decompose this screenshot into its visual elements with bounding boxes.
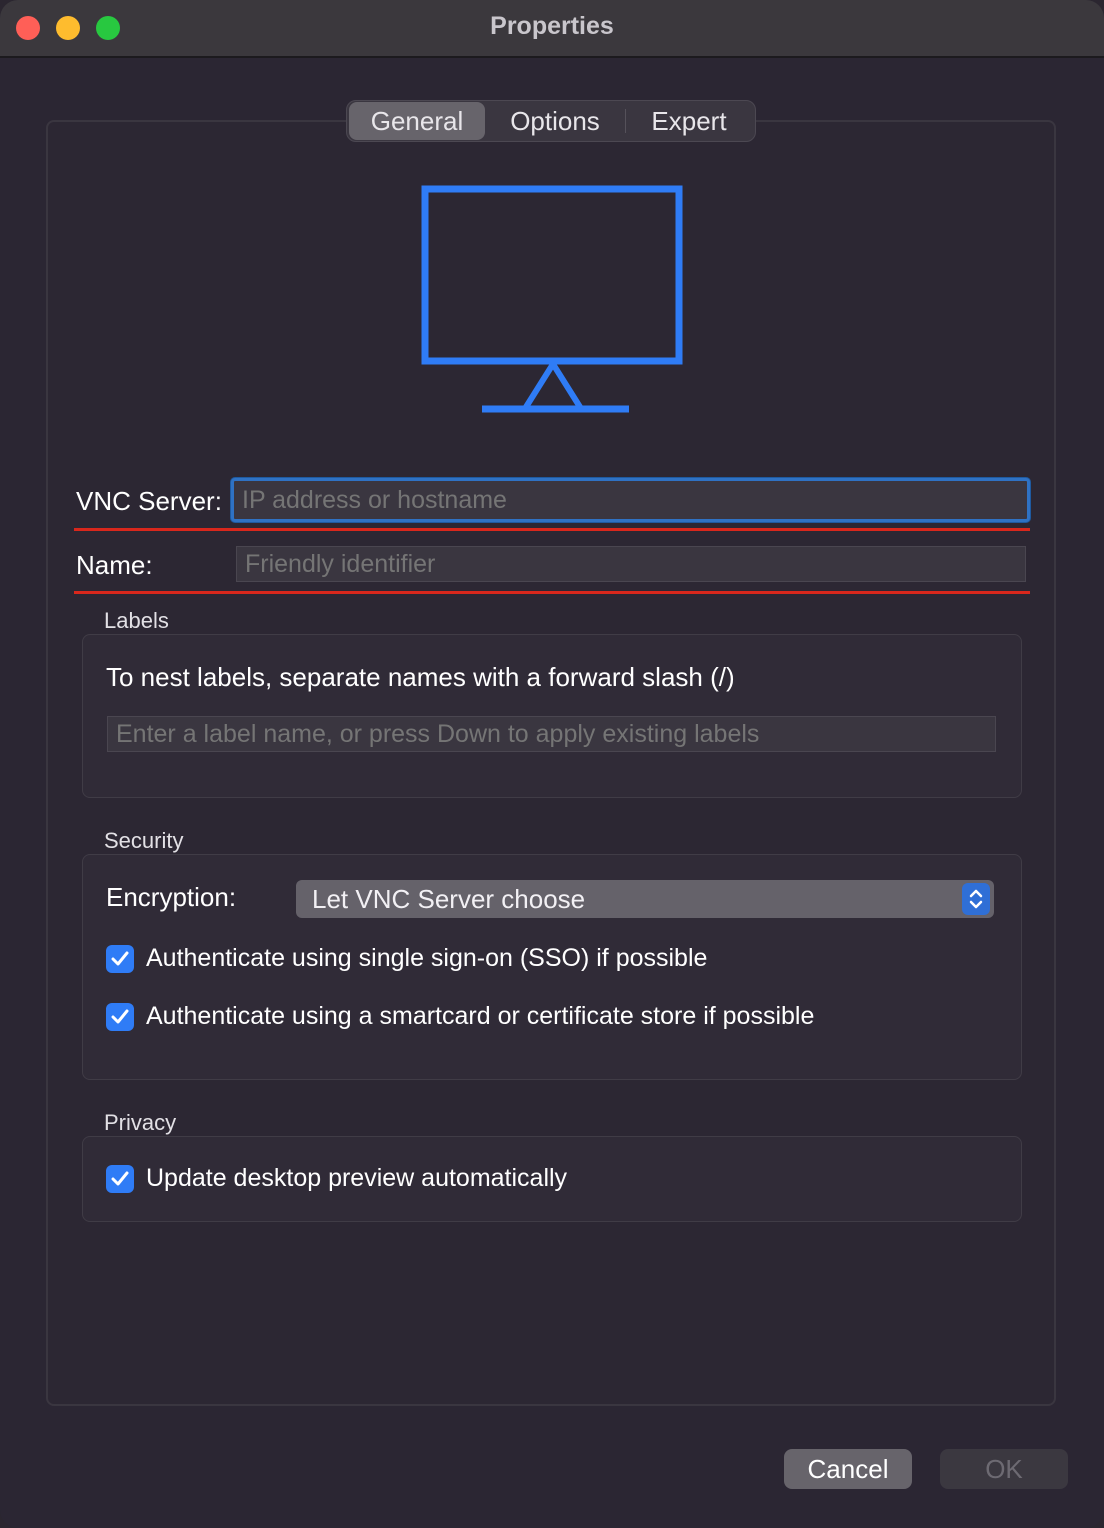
desktop-preview-checkbox[interactable]	[106, 1164, 134, 1193]
labels-section-title: Labels	[104, 608, 169, 633]
tab-options[interactable]: Options	[485, 102, 625, 140]
tab-bar: General Options Expert	[346, 100, 756, 142]
tab-expert[interactable]: Expert	[626, 102, 752, 140]
sso-option: Authenticate using single sign-on (SSO) …	[106, 944, 707, 973]
encryption-select-value: Let VNC Server choose	[312, 884, 586, 914]
security-section-title: Security	[104, 828, 184, 853]
checkmark-icon	[111, 951, 129, 965]
checkmark-icon	[111, 1009, 129, 1023]
smartcard-option: Authenticate using a smartcard or certif…	[106, 1002, 814, 1031]
label-input[interactable]	[107, 716, 996, 752]
vnc-server-label: VNC Server:	[76, 486, 222, 516]
vnc-server-input[interactable]	[231, 478, 1030, 522]
name-label: Name:	[76, 550, 153, 580]
name-error-underline	[74, 591, 1030, 594]
sso-checkbox[interactable]	[106, 944, 134, 973]
name-input[interactable]	[236, 546, 1026, 582]
labels-hint: To nest labels, separate names with a fo…	[106, 662, 735, 692]
window-title: Properties	[490, 12, 614, 40]
encryption-label: Encryption:	[106, 882, 237, 912]
ok-button[interactable]: OK	[940, 1449, 1068, 1489]
desktop-preview-option: Update desktop preview automatically	[106, 1164, 567, 1193]
privacy-section-title: Privacy	[104, 1110, 177, 1135]
checkmark-icon	[111, 1171, 129, 1185]
tab-general[interactable]: General	[349, 102, 485, 140]
sso-label[interactable]: Authenticate using single sign-on (SSO) …	[146, 944, 707, 973]
vnc-server-error-underline	[74, 528, 1030, 531]
chevron-up-down-icon	[962, 883, 990, 915]
smartcard-checkbox[interactable]	[106, 1002, 134, 1031]
encryption-select[interactable]: Let VNC Server choose	[296, 880, 994, 918]
desktop-preview-label[interactable]: Update desktop preview automatically	[146, 1164, 567, 1193]
cancel-button[interactable]: Cancel	[784, 1449, 912, 1489]
monitor-icon	[421, 185, 683, 413]
properties-window: Properties General Options Expert VNC Se…	[0, 0, 1104, 1528]
smartcard-label[interactable]: Authenticate using a smartcard or certif…	[146, 1002, 814, 1031]
title-bar: Properties	[0, 0, 1104, 58]
